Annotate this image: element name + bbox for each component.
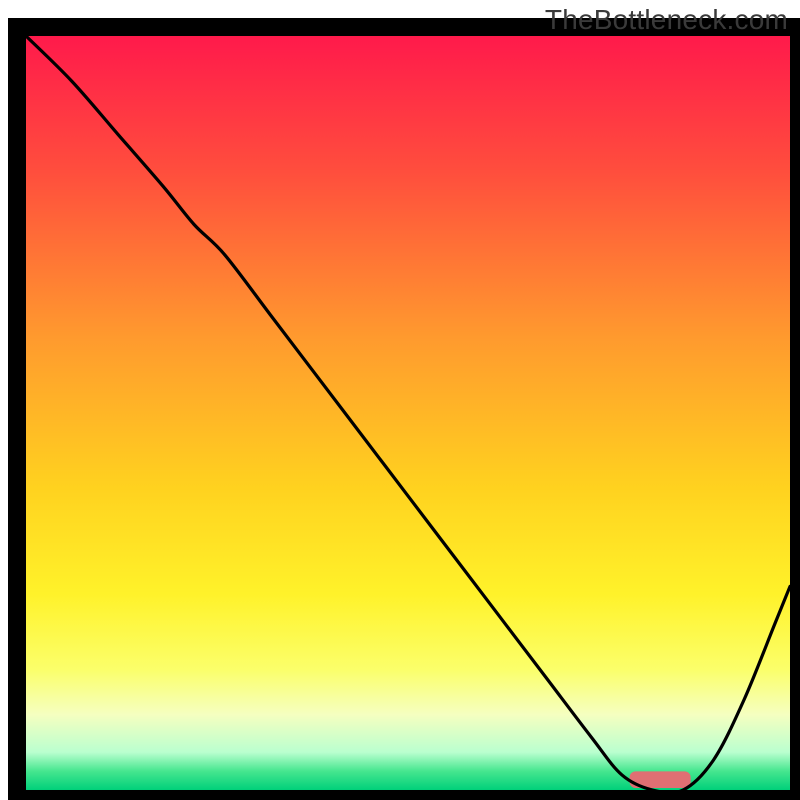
watermark-text: TheBottleneck.com (545, 4, 788, 36)
chart-frame: TheBottleneck.com (0, 0, 800, 800)
plot-background (26, 36, 790, 790)
bottleneck-chart (0, 0, 800, 800)
